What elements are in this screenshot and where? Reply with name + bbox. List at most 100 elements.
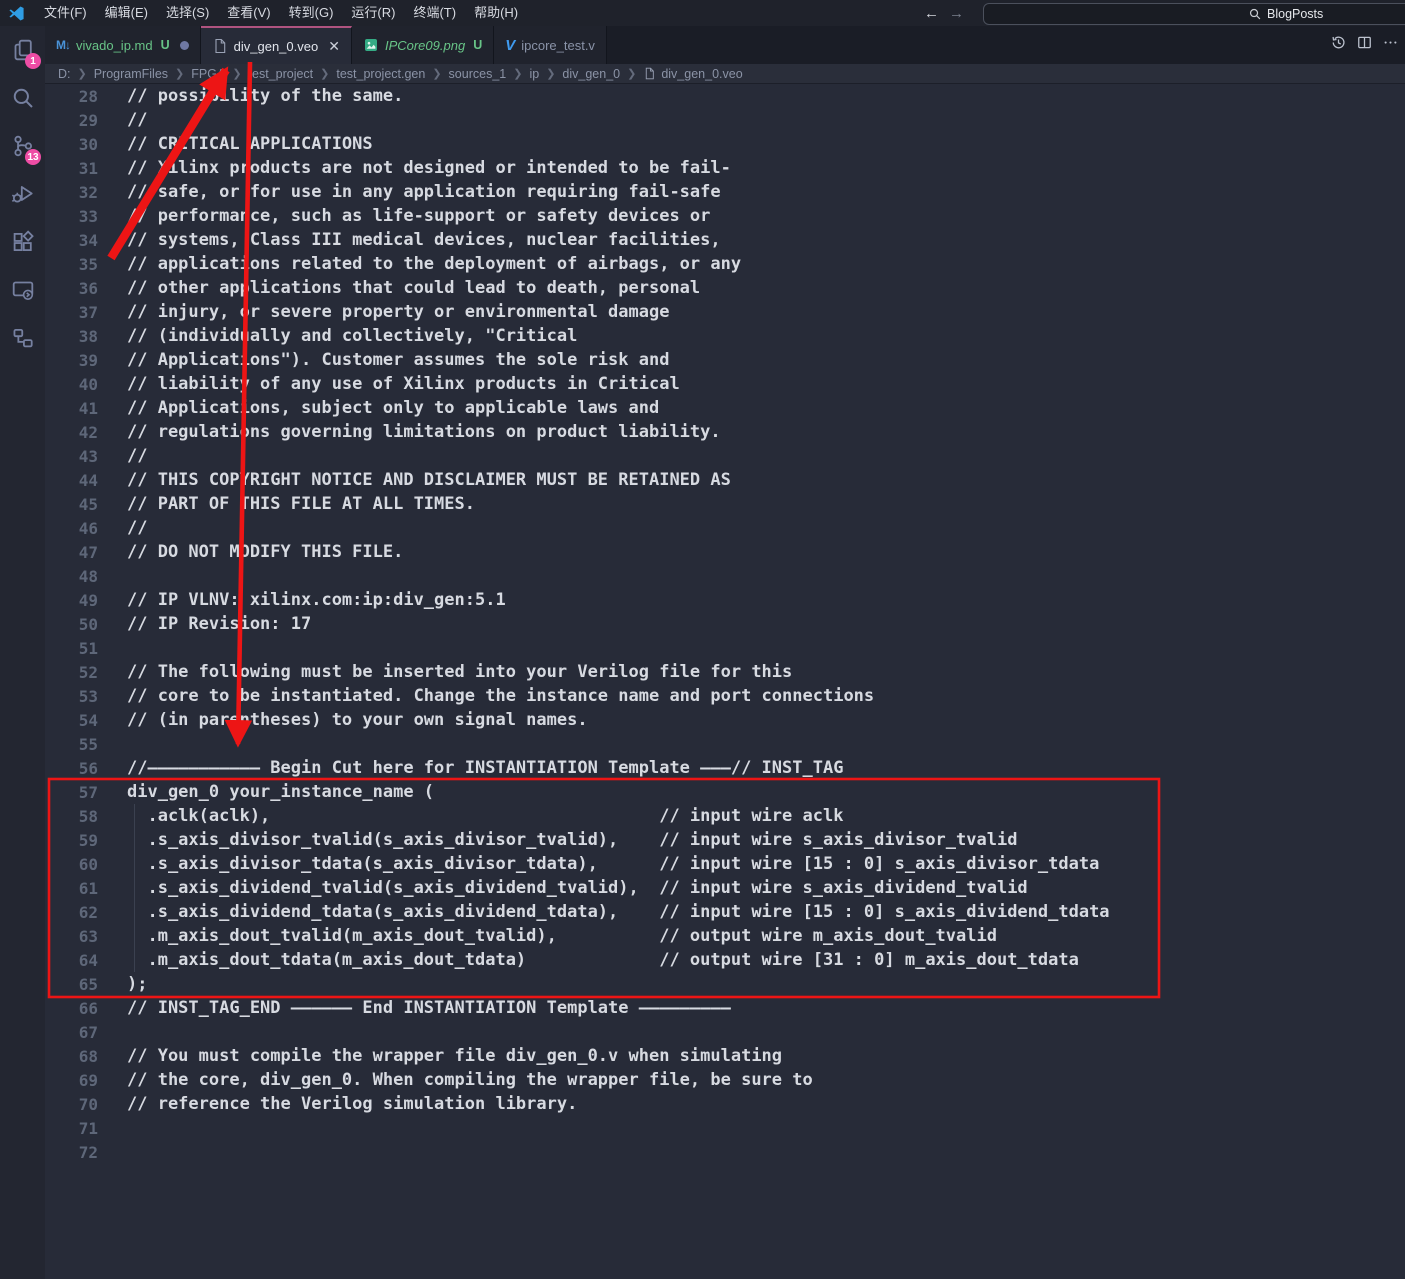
activity-explorer-icon[interactable]: 1	[0, 26, 45, 74]
code-line-38[interactable]: 38// (individually and collectively, "Cr…	[45, 324, 1405, 348]
code-line-56[interactable]: 56//——————————— Begin Cut here for INSTA…	[45, 756, 1405, 780]
line-text: // other applications that could lead to…	[127, 278, 700, 298]
code-line-28[interactable]: 28// possibility of the same.	[45, 84, 1405, 108]
code-line-55[interactable]: 55	[45, 732, 1405, 756]
breadcrumb-item-div_gen_0[interactable]: div_gen_0	[562, 67, 620, 81]
code-line-40[interactable]: 40// liability of any use of Xilinx prod…	[45, 372, 1405, 396]
code-line-39[interactable]: 39// Applications"). Customer assumes th…	[45, 348, 1405, 372]
code-line-62[interactable]: 62 .s_axis_dividend_tdata(s_axis_dividen…	[45, 900, 1405, 924]
code-line-48[interactable]: 48	[45, 564, 1405, 588]
nav-forward-icon[interactable]: →	[949, 5, 964, 22]
activity-references-icon[interactable]	[0, 314, 45, 362]
code-line-66[interactable]: 66// INST_TAG_END —————— End INSTANTIATI…	[45, 996, 1405, 1020]
nav-back-icon[interactable]: ←	[924, 5, 939, 22]
line-text: // reference the Verilog simulation libr…	[127, 1094, 577, 1114]
menu-item-0[interactable]: 文件(F)	[35, 0, 96, 26]
line-number: 28	[45, 87, 98, 106]
code-line-58[interactable]: 58 .aclk(aclk), // input wire aclk	[45, 804, 1405, 828]
code-line-34[interactable]: 34// systems, Class III medical devices,…	[45, 228, 1405, 252]
menu-item-3[interactable]: 查看(V)	[218, 0, 279, 26]
code-line-64[interactable]: 64 .m_axis_dout_tdata(m_axis_dout_tdata)…	[45, 948, 1405, 972]
code-line-37[interactable]: 37// injury, or severe property or envir…	[45, 300, 1405, 324]
code-line-61[interactable]: 61 .s_axis_dividend_tvalid(s_axis_divide…	[45, 876, 1405, 900]
breadcrumb-item-sources_1[interactable]: sources_1	[449, 67, 507, 81]
more-actions-icon[interactable]	[1382, 34, 1399, 56]
activity-search-icon[interactable]	[0, 74, 45, 122]
code-line-69[interactable]: 69// the core, div_gen_0. When compiling…	[45, 1068, 1405, 1092]
code-line-33[interactable]: 33// performance, such as life-support o…	[45, 204, 1405, 228]
code-line-44[interactable]: 44// THIS COPYRIGHT NOTICE AND DISCLAIME…	[45, 468, 1405, 492]
line-number: 65	[45, 975, 98, 994]
code-line-30[interactable]: 30// CRITICAL APPLICATIONS	[45, 132, 1405, 156]
split-editor-icon[interactable]	[1356, 34, 1373, 56]
code-line-60[interactable]: 60 .s_axis_divisor_tdata(s_axis_divisor_…	[45, 852, 1405, 876]
breadcrumb-item-ip[interactable]: ip	[529, 67, 539, 81]
code-line-35[interactable]: 35// applications related to the deploym…	[45, 252, 1405, 276]
history-icon[interactable]	[1330, 34, 1347, 56]
breadcrumb-item-FPGA[interactable]: FPGA	[191, 67, 225, 81]
code-line-36[interactable]: 36// other applications that could lead …	[45, 276, 1405, 300]
code-editor[interactable]: 28// possibility of the same.29// 30// C…	[45, 84, 1405, 1279]
line-number: 69	[45, 1071, 98, 1090]
code-line-65[interactable]: 65);	[45, 972, 1405, 996]
tab-ipcore_test.v[interactable]: Vipcore_test.v	[494, 26, 607, 64]
breadcrumb-item-test_project[interactable]: test_project	[249, 67, 314, 81]
command-center-search[interactable]: BlogPosts	[983, 3, 1405, 25]
menu-item-1[interactable]: 编辑(E)	[96, 0, 157, 26]
code-line-43[interactable]: 43//	[45, 444, 1405, 468]
code-line-45[interactable]: 45// PART OF THIS FILE AT ALL TIMES.	[45, 492, 1405, 516]
code-line-63[interactable]: 63 .m_axis_dout_tvalid(m_axis_dout_tvali…	[45, 924, 1405, 948]
code-line-57[interactable]: 57div_gen_0 your_instance_name (	[45, 780, 1405, 804]
tab-vivado_ip.md[interactable]: M↓vivado_ip.mdU	[45, 26, 201, 64]
close-icon[interactable]: ✕	[328, 39, 340, 53]
code-line-42[interactable]: 42// regulations governing limitations o…	[45, 420, 1405, 444]
tab-IPCore09.png[interactable]: IPCore09.pngU	[352, 26, 494, 64]
modified-dot-icon	[180, 41, 189, 50]
menu-item-6[interactable]: 终端(T)	[404, 0, 465, 26]
tab-div_gen_0.veo[interactable]: div_gen_0.veo✕	[201, 26, 352, 64]
code-line-29[interactable]: 29//	[45, 108, 1405, 132]
activity-extensions-icon[interactable]	[0, 218, 45, 266]
code-line-67[interactable]: 67	[45, 1020, 1405, 1044]
breadcrumb-item-ProgramFiles[interactable]: ProgramFiles	[94, 67, 168, 81]
code-line-52[interactable]: 52// The following must be inserted into…	[45, 660, 1405, 684]
code-line-49[interactable]: 49// IP VLNV: xilinx.com:ip:div_gen:5.1	[45, 588, 1405, 612]
code-line-70[interactable]: 70// reference the Verilog simulation li…	[45, 1092, 1405, 1116]
code-line-46[interactable]: 46//	[45, 516, 1405, 540]
code-line-31[interactable]: 31// Xilinx products are not designed or…	[45, 156, 1405, 180]
menu-item-5[interactable]: 运行(R)	[342, 0, 404, 26]
code-line-32[interactable]: 32// safe, or for use in any application…	[45, 180, 1405, 204]
code-line-54[interactable]: 54// (in parentheses) to your own signal…	[45, 708, 1405, 732]
line-number: 48	[45, 567, 98, 586]
line-text: // Xilinx products are not designed or i…	[127, 158, 731, 178]
badge-count: 13	[25, 149, 41, 165]
code-line-71[interactable]: 71	[45, 1116, 1405, 1140]
code-line-50[interactable]: 50// IP Revision: 17	[45, 612, 1405, 636]
code-line-41[interactable]: 41// Applications, subject only to appli…	[45, 396, 1405, 420]
line-number: 43	[45, 447, 98, 466]
activity-run-debug-icon[interactable]	[0, 170, 45, 218]
line-number: 53	[45, 687, 98, 706]
breadcrumb-item-D:[interactable]: D:	[58, 67, 71, 81]
line-number: 61	[45, 879, 98, 898]
code-line-51[interactable]: 51	[45, 636, 1405, 660]
verilog-icon: V	[505, 37, 515, 54]
activity-remote-preview-icon[interactable]	[0, 266, 45, 314]
vscode-logo-icon	[8, 5, 25, 22]
breadcrumb-item-test_project.gen[interactable]: test_project.gen	[336, 67, 425, 81]
command-center-label: BlogPosts	[1267, 7, 1323, 21]
line-number: 62	[45, 903, 98, 922]
code-line-47[interactable]: 47// DO NOT MODIFY THIS FILE.	[45, 540, 1405, 564]
code-line-53[interactable]: 53// core to be instantiated. Change the…	[45, 684, 1405, 708]
menu-item-7[interactable]: 帮助(H)	[465, 0, 527, 26]
menu-item-4[interactable]: 转到(G)	[280, 0, 343, 26]
code-line-59[interactable]: 59 .s_axis_divisor_tvalid(s_axis_divisor…	[45, 828, 1405, 852]
menu-item-2[interactable]: 选择(S)	[157, 0, 218, 26]
activity-source-control-icon[interactable]: 13	[0, 122, 45, 170]
breadcrumb[interactable]: D:❯ProgramFiles❯FPGA❯test_project❯test_p…	[45, 64, 1405, 84]
breadcrumb-file[interactable]: div_gen_0.veo	[661, 67, 742, 81]
code-line-68[interactable]: 68// You must compile the wrapper file d…	[45, 1044, 1405, 1068]
tab-label: vivado_ip.md	[76, 38, 153, 53]
code-line-72[interactable]: 72	[45, 1140, 1405, 1164]
line-text: // systems, Class III medical devices, n…	[127, 230, 721, 250]
